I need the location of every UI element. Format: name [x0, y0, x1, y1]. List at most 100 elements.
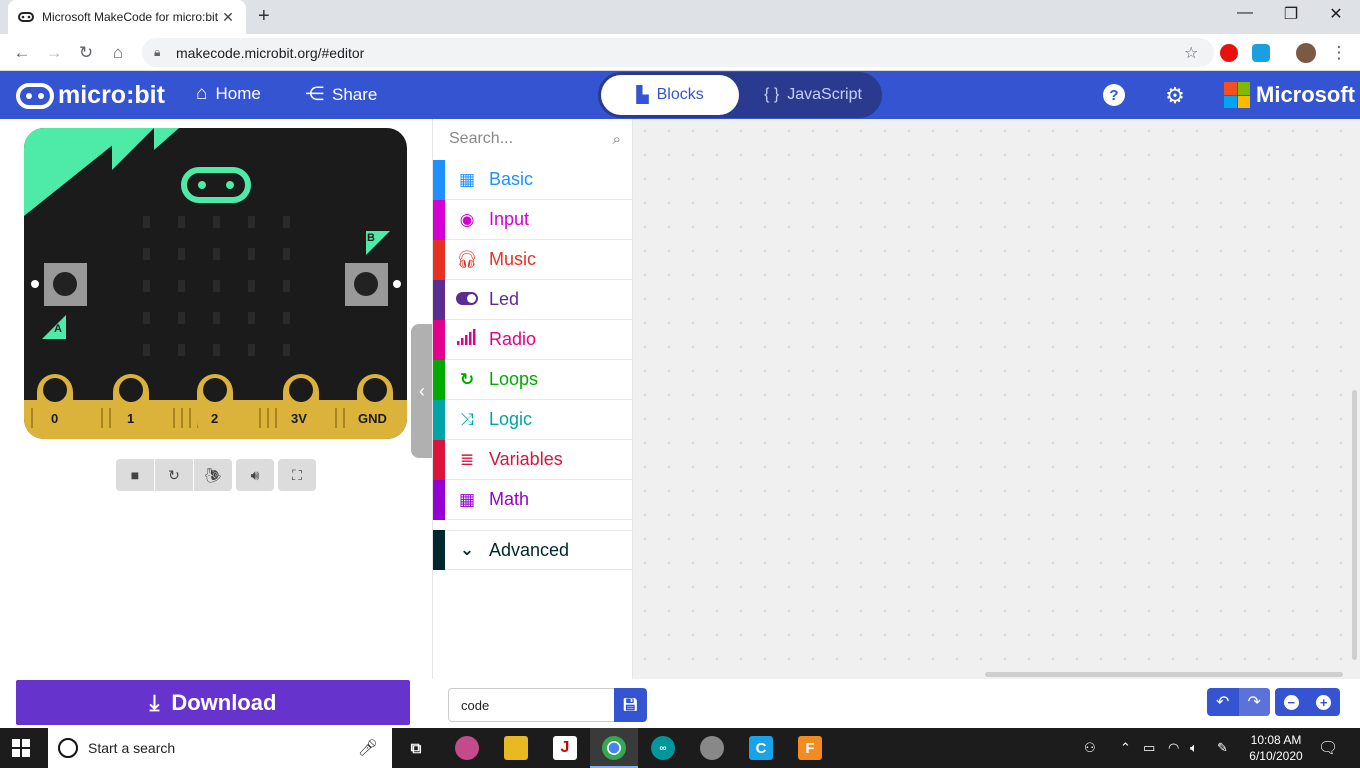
toolbox-search-input[interactable]: Search... ⌕ — [433, 119, 633, 159]
category-math[interactable]: ▦ Math — [433, 479, 633, 520]
svg-text:?: ? — [1109, 87, 1118, 104]
app-f-icon[interactable]: F — [798, 736, 822, 760]
category-input[interactable]: ◉ Input — [433, 199, 633, 240]
category-label: Advanced — [489, 539, 570, 560]
restore-button[interactable]: ❐ — [1271, 4, 1311, 24]
category-advanced[interactable]: ⌄ Advanced — [433, 530, 633, 570]
notifications-icon[interactable]: 🗨︎ — [1318, 738, 1338, 758]
project-name-input[interactable] — [448, 688, 614, 722]
category-label: Input — [489, 209, 530, 229]
share-button[interactable]: ⋲ Share — [305, 83, 377, 106]
zoom-out-button[interactable]: − — [1275, 688, 1308, 716]
chevron-up-icon[interactable]: ⌃ — [1120, 740, 1131, 756]
gear-icon[interactable]: ⚙ — [1162, 83, 1188, 109]
taskbar-search-box[interactable]: Start a search 🎤︎ — [48, 728, 392, 768]
workspace-horizontal-scrollbar[interactable] — [985, 672, 1343, 677]
loop-icon: ↻ — [459, 369, 475, 389]
home-icon[interactable]: ⌂ — [107, 42, 129, 64]
category-basic[interactable]: ▦ Basic — [433, 159, 633, 200]
lines-icon: ≣ — [459, 449, 475, 469]
microbit-logo[interactable]: micro:bit — [16, 81, 165, 110]
forward-icon[interactable]: → — [43, 42, 65, 64]
zoom-out-icon: − — [1283, 694, 1299, 710]
microsoft-label: Microsoft — [1256, 82, 1355, 107]
restart-icon[interactable]: ↻ — [155, 459, 193, 491]
task-view-icon[interactable]: ⧉ — [404, 736, 428, 760]
search-icon[interactable]: ⌕ — [613, 131, 621, 148]
redo-icon[interactable]: ↷ — [1238, 688, 1270, 716]
microsoft-logo[interactable]: Microsoft — [1224, 82, 1355, 108]
category-logic[interactable]: ⤨ Logic — [433, 399, 633, 440]
new-tab-button[interactable]: + — [258, 5, 270, 28]
home-button[interactable]: ⌂ Home — [196, 83, 261, 105]
address-bar[interactable]: 🔒︎ makecode.microbit.org/#editor ☆ — [142, 38, 1214, 67]
cloud-extension-icon[interactable] — [1252, 44, 1270, 62]
reload-icon[interactable]: ↻ — [75, 42, 97, 64]
microphone-icon[interactable]: 🎤︎ — [358, 738, 378, 758]
window-close-button[interactable]: ✕ — [1316, 4, 1356, 24]
microbit-simulator-board[interactable]: A B 0 1 2 3V GND — [24, 128, 407, 439]
zoom-in-button[interactable]: + — [1308, 688, 1341, 716]
category-label: Math — [489, 489, 530, 509]
shuffle-icon: ⤨ — [460, 409, 474, 429]
signal-icon — [455, 329, 479, 350]
back-icon[interactable]: ← — [11, 42, 33, 64]
zoom-in-icon: + — [1316, 694, 1332, 710]
headphones-icon: 🎧︎ — [456, 249, 478, 269]
paint-app-icon[interactable] — [455, 736, 479, 760]
category-label: Logic — [489, 409, 533, 429]
volume-icon[interactable]: 🔈︎ — [1190, 740, 1198, 756]
undo-icon[interactable]: ↶ — [1207, 688, 1239, 716]
pin-2-label[interactable]: 2 — [211, 411, 218, 426]
fullscreen-icon[interactable]: ⛶ — [278, 459, 316, 491]
javascript-tab[interactable]: { } JavaScript — [748, 75, 878, 115]
blocks-label: Blocks — [656, 86, 704, 103]
category-led[interactable]: Led — [433, 279, 633, 320]
profile-avatar[interactable] — [1296, 43, 1316, 63]
target-icon: ◉ — [459, 209, 475, 229]
people-icon[interactable]: ⚇ — [1084, 740, 1096, 756]
help-icon[interactable]: ? — [1101, 83, 1127, 109]
taskbar-search-placeholder: Start a search — [88, 740, 176, 756]
battery-icon[interactable]: ▭ — [1143, 740, 1155, 756]
collapse-simulator-button[interactable]: ‹ — [411, 324, 433, 458]
tab-title: Microsoft MakeCode for micro:bit — [42, 10, 219, 24]
menu-kebab-icon[interactable]: ⋮ — [1328, 42, 1350, 64]
chrome-icon[interactable] — [602, 736, 626, 760]
pin-1-label[interactable]: 1 — [127, 411, 134, 426]
workspace-vertical-scrollbar[interactable] — [1352, 390, 1357, 660]
category-label: Loops — [489, 369, 539, 389]
stop-icon[interactable]: ■ — [116, 459, 154, 491]
taskbar-clock[interactable]: 10:08 AM 6/10/2020 — [1240, 732, 1312, 764]
java-app-icon[interactable]: J — [553, 736, 577, 760]
category-loops[interactable]: ↻ Loops — [433, 359, 633, 400]
minimize-button[interactable]: — — [1225, 4, 1265, 22]
home-label: Home — [215, 84, 261, 103]
browser-tab[interactable]: Microsoft MakeCode for micro:bit ✕ — [8, 0, 246, 34]
category-music[interactable]: 🎧︎ Music — [433, 239, 633, 280]
pen-icon[interactable]: ✎ — [1217, 740, 1228, 756]
browser-tabstrip: Microsoft MakeCode for micro:bit ✕ + — ❐… — [0, 0, 1360, 34]
download-button[interactable]: ⤓ Download — [16, 680, 410, 725]
mute-icon[interactable]: 🔊︎ — [236, 459, 274, 491]
adblock-extension-icon[interactable] — [1220, 44, 1238, 62]
app-c-icon[interactable]: C — [749, 736, 773, 760]
javascript-label: JavaScript — [787, 86, 862, 103]
pin-0-label[interactable]: 0 — [51, 411, 58, 426]
board-graphic — [24, 128, 407, 439]
windows-start-icon[interactable] — [12, 739, 30, 757]
save-button[interactable]: 💾︎ — [614, 688, 647, 722]
bookmark-star-icon[interactable]: ☆ — [1184, 43, 1214, 63]
category-variables[interactable]: ≣ Variables — [433, 439, 633, 480]
share-icon: ⋲ — [305, 84, 324, 105]
category-radio[interactable]: Radio — [433, 319, 633, 360]
app-gray-icon[interactable] — [700, 736, 724, 760]
file-explorer-icon[interactable] — [504, 736, 528, 760]
slow-mo-icon[interactable]: 🐌︎ — [194, 459, 232, 491]
category-label: Basic — [489, 169, 534, 189]
blocks-tab[interactable]: ▙ Blocks — [601, 75, 739, 115]
wifi-icon[interactable]: ◠ — [1168, 740, 1179, 756]
tab-close-icon[interactable]: ✕ — [220, 9, 236, 26]
blocks-workspace[interactable] — [633, 119, 1360, 679]
arduino-icon[interactable]: ∞ — [651, 736, 675, 760]
